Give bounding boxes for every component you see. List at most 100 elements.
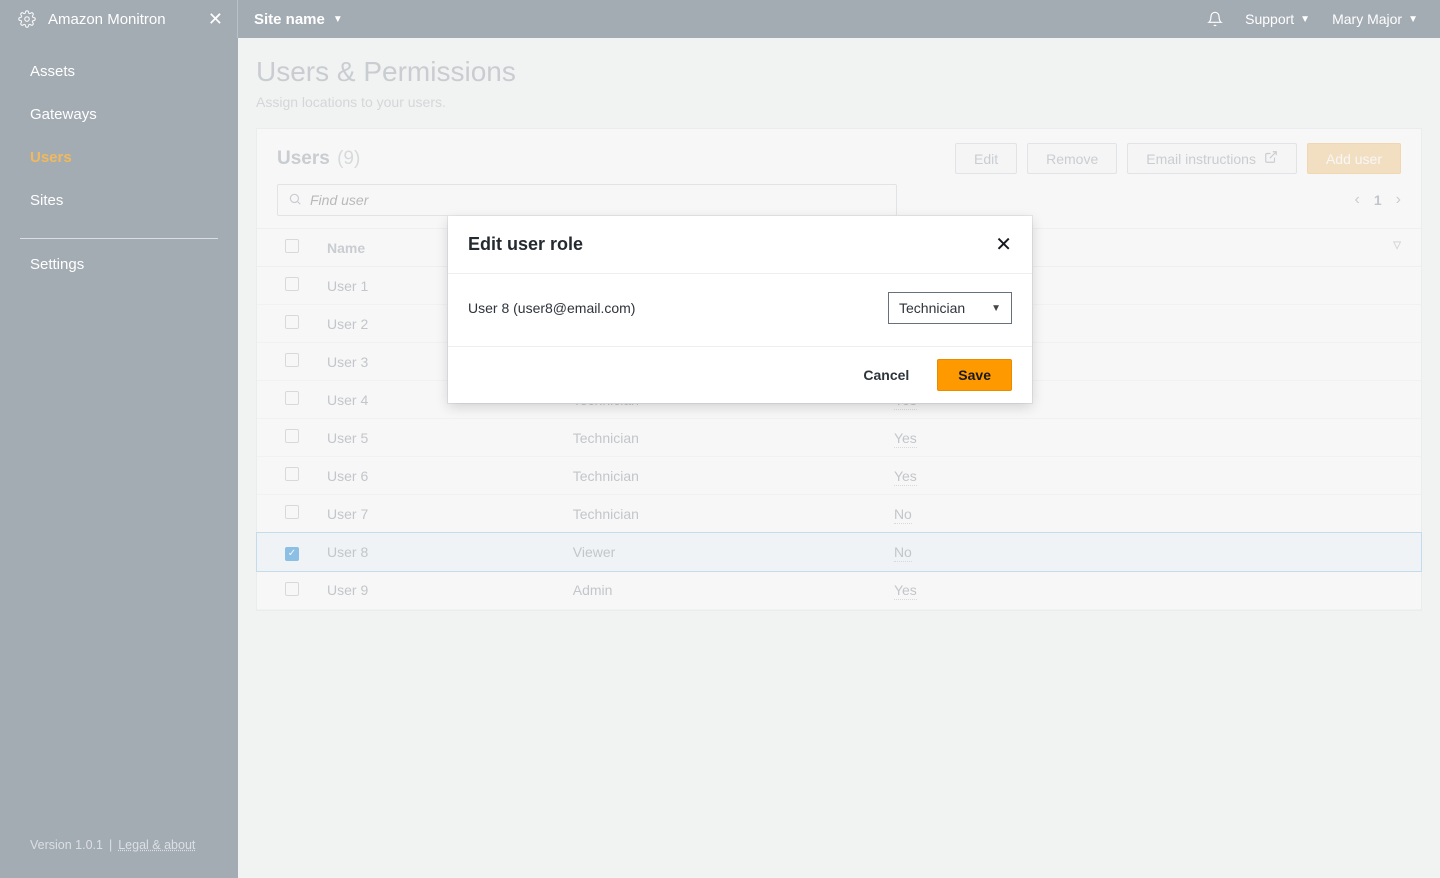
cell-project-access: No [874, 495, 1421, 533]
checkbox-icon [285, 467, 299, 481]
sidebar-item-gateways[interactable]: Gateways [0, 93, 238, 136]
topbar-right: Support ▼ Mary Major ▼ [1207, 0, 1440, 38]
checkbox-icon [285, 353, 299, 367]
topbar-app: Amazon Monitron ✕ [0, 0, 238, 38]
table-row[interactable]: User 5Technician Yes [257, 419, 1421, 457]
sidebar-divider [20, 238, 218, 239]
cell-name: User 5 [307, 419, 553, 457]
close-icon[interactable]: ✕ [194, 9, 237, 30]
bell-icon [1207, 11, 1223, 27]
triangle-down-icon: ▼ [991, 303, 1001, 314]
table-row[interactable]: User 9Admin Yes [257, 571, 1421, 609]
cell-role: Technician [553, 495, 874, 533]
row-checkbox-cell[interactable] [257, 381, 307, 419]
legal-link[interactable]: Legal & about [118, 838, 195, 852]
table-row[interactable]: ✓User 8Viewer No [257, 533, 1421, 572]
edit-user-role-modal: Edit user role ✕ User 8 (user8@email.com… [448, 216, 1032, 403]
table-row[interactable]: User 6Technician Yes [257, 457, 1421, 495]
notifications-button[interactable] [1207, 11, 1223, 27]
checkbox-icon [285, 391, 299, 405]
card-header: Users (9) Edit Remove Email instructions… [257, 129, 1421, 184]
modal-body: User 8 (user8@email.com) Technician ▼ [448, 274, 1032, 346]
cell-project-access: Yes [874, 571, 1421, 609]
caret-down-icon: ▼ [333, 14, 343, 25]
gear-icon [18, 10, 36, 31]
sidebar: AssetsGatewaysUsersSites Settings Versio… [0, 38, 238, 878]
cell-name: User 8 [307, 533, 553, 572]
project-access-value: Yes [894, 468, 917, 486]
row-checkbox-cell[interactable] [257, 267, 307, 305]
sidebar-item-settings[interactable]: Settings [0, 243, 238, 286]
main: Users & Permissions Assign locations to … [238, 38, 1440, 878]
checkbox-icon [285, 429, 299, 443]
cell-role: Admin [553, 571, 874, 609]
card-title: Users (9) [277, 148, 360, 170]
cell-role: Viewer [553, 533, 874, 572]
cell-role: Technician [553, 457, 874, 495]
cell-role: Technician [553, 419, 874, 457]
external-link-icon [1264, 150, 1278, 167]
cell-project-access: No [874, 533, 1421, 572]
email-instructions-button[interactable]: Email instructions [1127, 143, 1297, 174]
pagination: ‹ 1 › [1355, 191, 1401, 209]
user-menu[interactable]: Mary Major ▼ [1332, 11, 1418, 27]
role-select-value: Technician [899, 300, 965, 316]
sidebar-footer: Version 1.0.1 | Legal & about [0, 838, 238, 878]
sidebar-item-sites[interactable]: Sites [0, 179, 238, 222]
project-access-value: No [894, 544, 912, 562]
prev-page-button[interactable]: ‹ [1355, 191, 1360, 209]
caret-down-icon: ▼ [1300, 14, 1310, 25]
cell-project-access: Yes [874, 419, 1421, 457]
search-box[interactable] [277, 184, 897, 216]
checkbox-icon [285, 277, 299, 291]
cell-name: User 9 [307, 571, 553, 609]
next-page-button[interactable]: › [1396, 191, 1401, 209]
page-number: 1 [1374, 192, 1382, 208]
search-input[interactable] [310, 192, 886, 208]
row-checkbox-cell[interactable] [257, 571, 307, 609]
modal-user-display: User 8 (user8@email.com) [468, 300, 635, 316]
app-name: Amazon Monitron [48, 11, 182, 28]
email-instructions-label: Email instructions [1146, 151, 1256, 167]
modal-title: Edit user role [468, 234, 583, 255]
checkbox-icon [285, 315, 299, 329]
sidebar-item-users[interactable]: Users [0, 136, 238, 179]
card-title-count: (9) [337, 148, 360, 169]
caret-down-icon: ▼ [1408, 14, 1418, 25]
row-checkbox-cell[interactable]: ✓ [257, 533, 307, 572]
site-selector[interactable]: Site name ▼ [238, 0, 343, 38]
sidebar-nav: AssetsGatewaysUsersSites [0, 38, 238, 234]
site-name-label: Site name [254, 11, 325, 28]
checkbox-icon [285, 505, 299, 519]
project-access-value: Yes [894, 582, 917, 600]
row-checkbox-cell[interactable] [257, 419, 307, 457]
row-checkbox-cell[interactable] [257, 343, 307, 381]
select-all-header[interactable] [257, 229, 307, 267]
checkbox-icon [285, 239, 299, 253]
modal-footer: Cancel Save [448, 346, 1032, 403]
row-checkbox-cell[interactable] [257, 305, 307, 343]
cell-name: User 6 [307, 457, 553, 495]
checkbox-icon [285, 582, 299, 596]
version-label: Version 1.0.1 [30, 838, 103, 852]
save-button[interactable]: Save [937, 359, 1012, 391]
remove-button[interactable]: Remove [1027, 143, 1117, 174]
cancel-button[interactable]: Cancel [851, 359, 921, 391]
row-checkbox-cell[interactable] [257, 495, 307, 533]
edit-button[interactable]: Edit [955, 143, 1017, 174]
sidebar-item-assets[interactable]: Assets [0, 50, 238, 93]
sort-icon: ▽ [1393, 240, 1401, 251]
table-row[interactable]: User 7TechnicianNo [257, 495, 1421, 533]
role-select[interactable]: Technician ▼ [888, 292, 1012, 324]
support-menu[interactable]: Support ▼ [1245, 11, 1310, 27]
topbar: Amazon Monitron ✕ Site name ▼ Support ▼ … [0, 0, 1440, 38]
cell-name: User 7 [307, 495, 553, 533]
card-actions: Edit Remove Email instructions Add user [955, 143, 1401, 174]
project-access-value: Yes [894, 430, 917, 448]
user-name-label: Mary Major [1332, 11, 1402, 27]
row-checkbox-cell[interactable] [257, 457, 307, 495]
page-title: Users & Permissions [256, 56, 1422, 88]
add-user-button[interactable]: Add user [1307, 143, 1401, 174]
modal-close-button[interactable]: ✕ [995, 232, 1012, 257]
modal-header: Edit user role ✕ [448, 216, 1032, 274]
